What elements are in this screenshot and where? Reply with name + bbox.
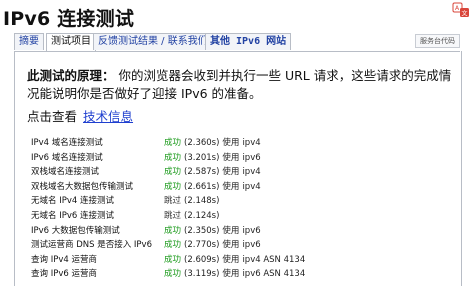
tab-summary[interactable]: 摘要 xyxy=(14,33,44,50)
svg-text:文: 文 xyxy=(462,10,468,18)
duration: (2.360s) xyxy=(184,138,220,148)
status-text: 成功 xyxy=(164,152,182,163)
use-text: 使用 xyxy=(222,181,240,192)
result-status: 成功 (2.770s) 使用 ipv6 xyxy=(164,238,261,253)
protocol: ipv6 xyxy=(242,240,261,251)
duration: (3.119s) xyxy=(184,269,220,280)
tab-other-ipv6-sites[interactable]: 其他 IPv6 网站 xyxy=(205,33,292,50)
protocol: ipv6 xyxy=(242,152,261,163)
status-text: 成功 xyxy=(164,138,182,148)
duration: (2.609s) xyxy=(184,254,220,265)
result-status: 成功 (2.587s) 使用 ipv4 xyxy=(164,165,261,180)
protocol: ipv6 xyxy=(242,225,261,236)
result-status: 成功 (3.119s) 使用 ipv6 ASN 4134 xyxy=(164,267,305,282)
principle-paragraph: 此测试的原理： 你的浏览器会收到并执行一些 URL 请求，这些请求的完成情况能说… xyxy=(27,67,457,103)
result-label: 测试运营商 DNS 是否接入 IPv6 xyxy=(31,240,152,251)
status-text: 成功 xyxy=(164,269,182,280)
result-label: 双栈域名连接测试 xyxy=(31,167,100,178)
technical-info-link[interactable]: 技术信息 xyxy=(83,109,133,124)
duration: (2.770s) xyxy=(184,240,220,251)
service-code-link[interactable]: 服务台代码 xyxy=(415,34,460,48)
tab-feedback-contact[interactable]: 反馈测试结果 / 联系我们 xyxy=(93,33,213,50)
tab-test-items[interactable]: 测试项目 xyxy=(46,33,96,51)
status-text: 成功 xyxy=(164,167,182,178)
status-text: 跳过 xyxy=(164,196,182,207)
use-text: 使用 xyxy=(222,138,240,148)
result-status: 成功 (2.360s) 使用 ipv4 xyxy=(164,136,261,151)
duration: (2.661s) xyxy=(184,181,220,192)
result-label: 无域名 IPv4 连接测试 xyxy=(31,196,114,207)
duration: (2.148s) xyxy=(184,196,220,207)
use-text: 使用 xyxy=(222,152,240,163)
duration: (2.587s) xyxy=(184,167,220,178)
test-items-panel: 此测试的原理： 你的浏览器会收到并执行一些 URL 请求，这些请求的完成情况能说… xyxy=(14,51,462,286)
result-status: 跳过 (2.124s) xyxy=(164,209,219,224)
duration: (3.201s) xyxy=(184,152,220,163)
protocol: ipv6 ASN 4134 xyxy=(242,269,306,280)
status-text: 成功 xyxy=(164,254,182,265)
result-status: 成功 (3.201s) 使用 ipv6 xyxy=(164,151,261,166)
result-label: 双栈域名大数据包传输测试 xyxy=(31,181,134,192)
result-label: IPv6 域名连接测试 xyxy=(31,152,103,163)
use-text: 使用 xyxy=(222,269,240,280)
status-text: 成功 xyxy=(164,181,182,192)
details-line: 点击查看 技术信息 xyxy=(27,106,133,125)
tab-bar: 摘要 测试项目 反馈测试结果 / 联系我们 其他 IPv6 网站 服务台代码 xyxy=(14,33,460,52)
result-label: 查询 IPv6 运营商 xyxy=(31,269,97,280)
result-label: IPv6 大数据包传输测试 xyxy=(31,225,120,236)
result-status: 跳过 (2.148s) xyxy=(164,194,219,209)
status-text: 成功 xyxy=(164,240,182,251)
result-status: 成功 (2.350s) 使用 ipv6 xyxy=(164,224,261,239)
use-text: 使用 xyxy=(222,225,240,236)
protocol: ipv4 xyxy=(242,181,261,192)
use-text: 使用 xyxy=(222,254,240,265)
protocol: ipv4 xyxy=(242,167,261,178)
result-status: 成功 (2.609s) 使用 ipv4 ASN 4134 xyxy=(164,253,305,268)
principle-heading: 此测试的原理： xyxy=(27,68,115,83)
duration: (2.124s) xyxy=(184,210,220,221)
result-label: IPv4 域名连接测试 xyxy=(31,138,103,148)
use-text: 使用 xyxy=(222,240,240,251)
status-text: 跳过 xyxy=(164,210,182,221)
details-prompt: 点击查看 xyxy=(27,109,78,124)
result-label: 查询 IPv4 运营商 xyxy=(31,254,97,265)
status-text: 成功 xyxy=(164,225,182,236)
protocol: ipv4 ASN 4134 xyxy=(242,254,306,265)
page-title: IPv6 连接测试 xyxy=(3,8,135,30)
duration: (2.350s) xyxy=(184,225,220,236)
translate-icon[interactable]: A 文 xyxy=(452,2,470,18)
use-text: 使用 xyxy=(222,167,240,178)
result-status: 成功 (2.661s) 使用 ipv4 xyxy=(164,180,261,195)
protocol: ipv4 xyxy=(242,138,261,148)
result-label: 无域名 IPv6 连接测试 xyxy=(31,210,114,221)
